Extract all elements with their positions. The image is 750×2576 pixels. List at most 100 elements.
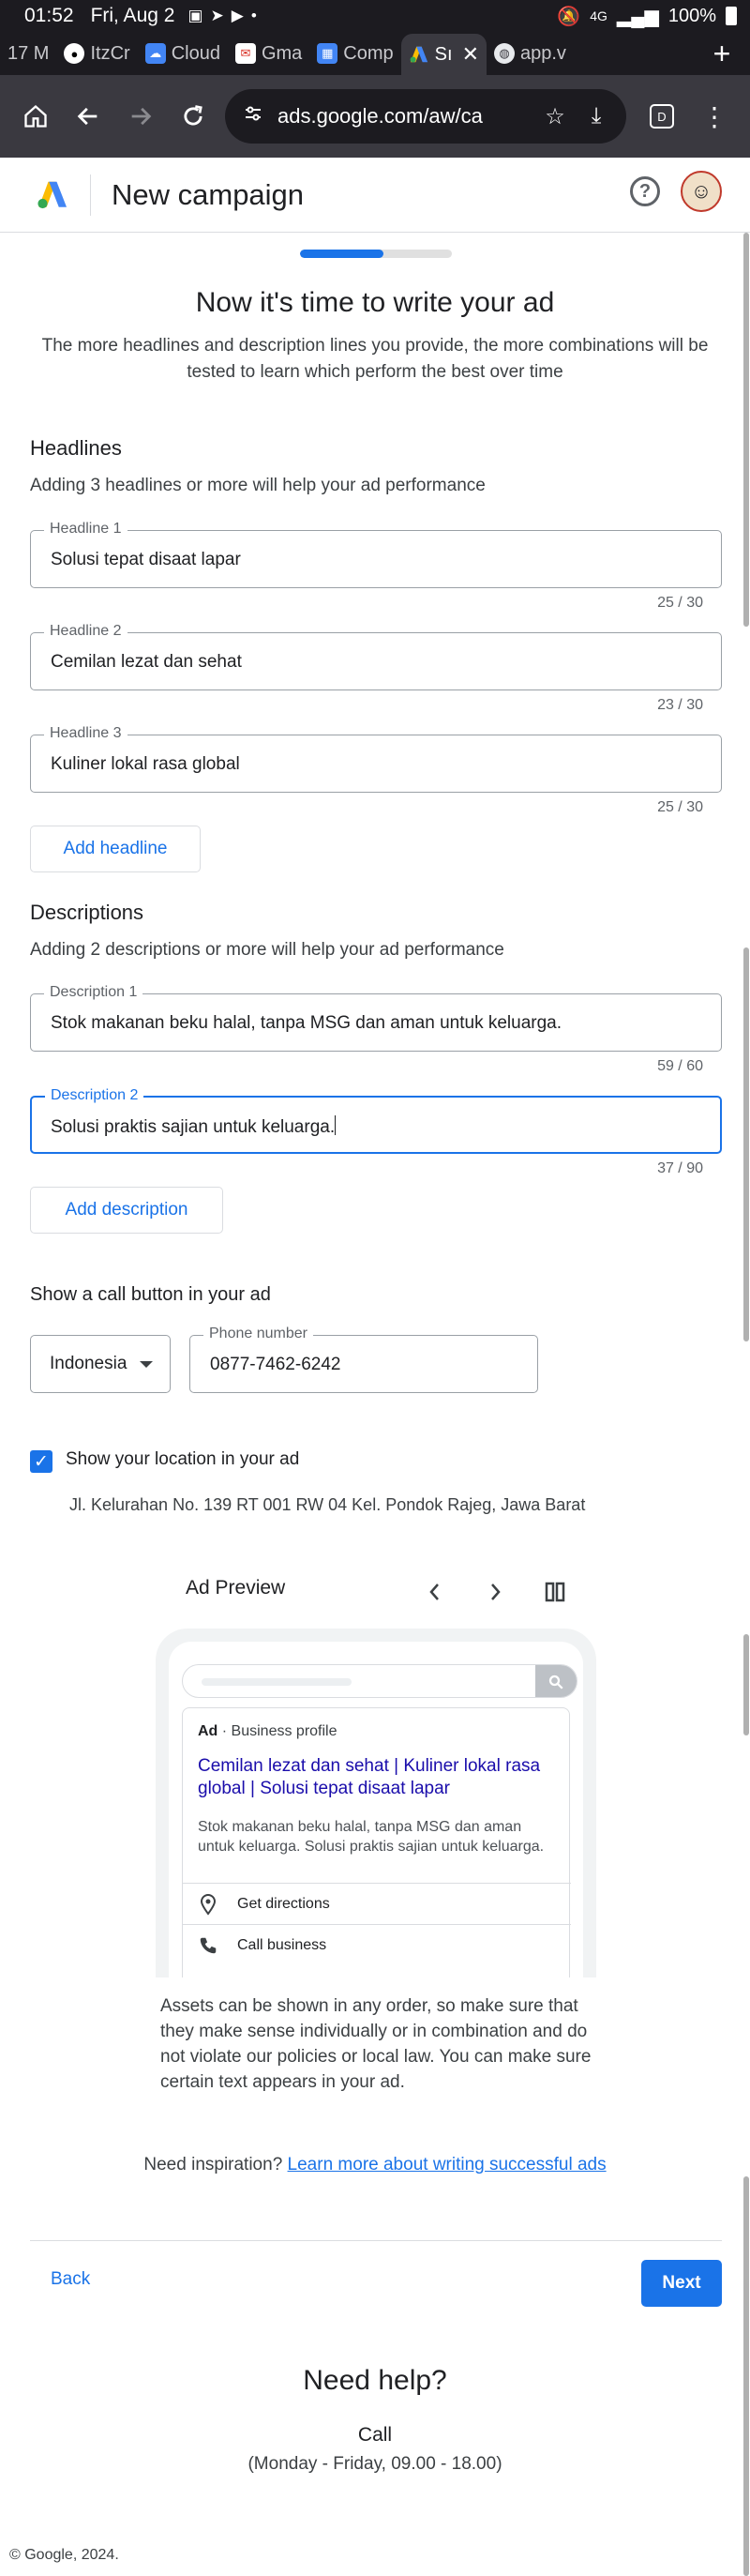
headline-3-field[interactable]: Headline 3 Kuliner lokal rasa global bbox=[30, 725, 722, 793]
description-1-counter: 59 / 60 bbox=[657, 1058, 703, 1074]
descriptions-subtitle: Adding 2 descriptions or more will help … bbox=[30, 940, 504, 960]
dot-icon: • bbox=[250, 7, 257, 24]
headlines-title: Headlines bbox=[30, 436, 122, 460]
business-profile-label: Business profile bbox=[231, 1723, 338, 1739]
new-tab-button[interactable]: + bbox=[694, 37, 750, 71]
phone-icon bbox=[196, 1935, 220, 1956]
pause-preview-button[interactable] bbox=[544, 1573, 566, 1617]
add-description-button[interactable]: Add description bbox=[30, 1187, 223, 1234]
dropdown-arrow-icon bbox=[140, 1361, 153, 1368]
overflow-menu-button[interactable]: ⋮ bbox=[688, 90, 741, 143]
signal-icon: ▂▄▆ bbox=[616, 6, 659, 27]
location-pin-icon bbox=[196, 1893, 220, 1916]
tab-active-label: Sı bbox=[434, 43, 453, 65]
tab-compose[interactable]: ▦ Comp bbox=[309, 36, 400, 71]
get-directions-row: Get directions bbox=[183, 1883, 571, 1924]
tab-github[interactable]: ● ItzCr bbox=[56, 36, 137, 71]
inspiration-line: Need inspiration? Learn more about writi… bbox=[0, 2155, 750, 2175]
descriptions-title: Descriptions bbox=[30, 901, 144, 924]
browser-toolbar: ads.google.com/aw/ca ☆ ⤓ D ⋮ bbox=[0, 75, 750, 158]
next-button[interactable]: Next bbox=[641, 2260, 722, 2307]
reload-icon bbox=[184, 105, 202, 126]
tab-gmail-label: Gma bbox=[261, 42, 303, 64]
chevron-left-icon bbox=[429, 1583, 439, 1600]
ad-preview-description: Stok makanan beku halal, tanpa MSG dan a… bbox=[198, 1819, 545, 1855]
google-ads-logo bbox=[38, 181, 67, 208]
tab-strip: 17 M ● ItzCr ☁ Cloud ✉ Gma ▦ Comp Sı ✕ ◍… bbox=[0, 32, 750, 75]
notification-icons: ▣ ➤ ▶ • bbox=[188, 7, 256, 25]
site-settings-icon[interactable] bbox=[242, 102, 264, 130]
back-button[interactable]: Back bbox=[51, 2269, 90, 2290]
battery-icon bbox=[726, 7, 737, 25]
description-1-value[interactable]: Stok makanan beku halal, tanpa MSG dan a… bbox=[51, 1013, 562, 1034]
github-icon: ● bbox=[64, 43, 85, 64]
ad-label: Ad bbox=[198, 1723, 218, 1739]
add-headline-button[interactable]: Add headline bbox=[30, 826, 201, 872]
phone-preview-screen: Ad · Business profile Cemilan lezat dan … bbox=[169, 1642, 583, 1977]
description-2-field[interactable]: Description 2 Solusi praktis sajian untu… bbox=[30, 1087, 722, 1154]
assets-order-note: Assets can be shown in any order, so mak… bbox=[160, 1996, 592, 2092]
avatar[interactable]: ☺ bbox=[681, 171, 722, 212]
main-heading: Now it's time to write your ad bbox=[195, 287, 555, 318]
phone-number-value[interactable]: 0877-7462-6242 bbox=[210, 1355, 340, 1375]
description-2-value: Solusi praktis sajian untuk keluarga. bbox=[51, 1117, 336, 1137]
bookmark-star-icon[interactable]: ☆ bbox=[534, 103, 576, 130]
help-call-hours: (Monday - Friday, 09.00 - 18.00) bbox=[248, 2454, 502, 2474]
scrollbar-thumb-3[interactable] bbox=[743, 1634, 749, 1735]
headline-2-value[interactable]: Cemilan lezat dan sehat bbox=[51, 652, 242, 673]
url-text[interactable]: ads.google.com/aw/ca bbox=[278, 104, 534, 129]
tab-google-ads-active[interactable]: Sı ✕ bbox=[400, 34, 487, 75]
tab-gmail[interactable]: ✉ Gma bbox=[228, 36, 309, 71]
forward-nav-button[interactable] bbox=[114, 90, 167, 143]
status-right: 🔕 4G ▂▄▆ 100% bbox=[557, 5, 737, 28]
inspiration-prefix: Need inspiration? bbox=[143, 2155, 283, 2174]
home-icon bbox=[24, 104, 47, 128]
preview-search-bar bbox=[182, 1664, 578, 1698]
call-section-title: Show a call button in your ad bbox=[30, 1284, 271, 1305]
ad-preview-headline: Cemilan lezat dan sehat | Kuliner lokal … bbox=[198, 1756, 541, 1798]
tab-compose-label: Comp bbox=[343, 42, 394, 64]
status-date: Fri, Aug 2 bbox=[90, 5, 175, 26]
back-nav-button[interactable] bbox=[62, 90, 114, 143]
scrollbar-thumb-2[interactable] bbox=[743, 947, 749, 1341]
get-directions-label: Get directions bbox=[237, 1895, 330, 1912]
more-vert-icon: ⋮ bbox=[701, 101, 728, 131]
tab-1[interactable]: 17 M bbox=[0, 36, 56, 71]
description-2-counter: 37 / 90 bbox=[657, 1160, 703, 1176]
description-1-field[interactable]: Description 1 Stok makanan beku halal, t… bbox=[30, 984, 722, 1052]
phone-number-field[interactable]: Phone number 0877-7462-6242 bbox=[189, 1326, 538, 1393]
telegram-icon: ➤ bbox=[210, 7, 224, 24]
headlines-subtitle: Adding 3 headlines or more will help you… bbox=[30, 476, 486, 495]
close-tab-icon[interactable]: ✕ bbox=[462, 42, 479, 67]
previous-preview-button[interactable] bbox=[426, 1573, 444, 1617]
page: 01:52 Fri, Aug 2 ▣ ➤ ▶ • 🔕 4G ▂▄▆ 100% 1… bbox=[0, 0, 750, 2576]
page-title: New campaign bbox=[112, 177, 305, 211]
footer-divider bbox=[30, 2240, 722, 2241]
headline-3-value[interactable]: Kuliner lokal rasa global bbox=[51, 754, 240, 775]
headline-1-field[interactable]: Headline 1 Solusi tepat disaat lapar bbox=[30, 521, 722, 588]
help-icon[interactable]: ? bbox=[630, 176, 660, 206]
tab-switcher-icon: D bbox=[650, 104, 674, 129]
address-bar[interactable]: ads.google.com/aw/ca ☆ ⤓ bbox=[225, 89, 626, 144]
description-2-input[interactable]: Solusi praktis sajian untuk keluarga. bbox=[51, 1115, 337, 1138]
headline-1-value[interactable]: Solusi tepat disaat lapar bbox=[51, 550, 241, 570]
country-select[interactable]: Indonesia bbox=[30, 1335, 171, 1393]
show-location-checkbox[interactable]: ✓ bbox=[30, 1450, 52, 1473]
network-label: 4G bbox=[590, 8, 608, 23]
image-icon: ▣ bbox=[188, 7, 203, 24]
country-value: Indonesia bbox=[50, 1354, 128, 1373]
reload-button[interactable] bbox=[167, 90, 219, 143]
headline-2-field[interactable]: Headline 2 Cemilan lezat dan sehat bbox=[30, 623, 722, 690]
step-progress-bar bbox=[300, 250, 452, 258]
show-location-label[interactable]: Show your location in your ad bbox=[66, 1449, 299, 1470]
tab-switcher-button[interactable]: D bbox=[636, 90, 688, 143]
next-preview-button[interactable] bbox=[486, 1573, 504, 1617]
step-progress-fill bbox=[300, 250, 384, 258]
tab-app[interactable]: ◍ app.v bbox=[487, 36, 574, 71]
home-button[interactable] bbox=[9, 90, 62, 143]
tab-cloud[interactable]: ☁ Cloud bbox=[138, 36, 228, 71]
phone-number-label: Phone number bbox=[203, 1326, 313, 1342]
writing-ads-link[interactable]: Learn more about writing successful ads bbox=[288, 2155, 607, 2174]
download-icon[interactable]: ⤓ bbox=[576, 103, 617, 129]
description-1-label: Description 1 bbox=[44, 984, 143, 1001]
